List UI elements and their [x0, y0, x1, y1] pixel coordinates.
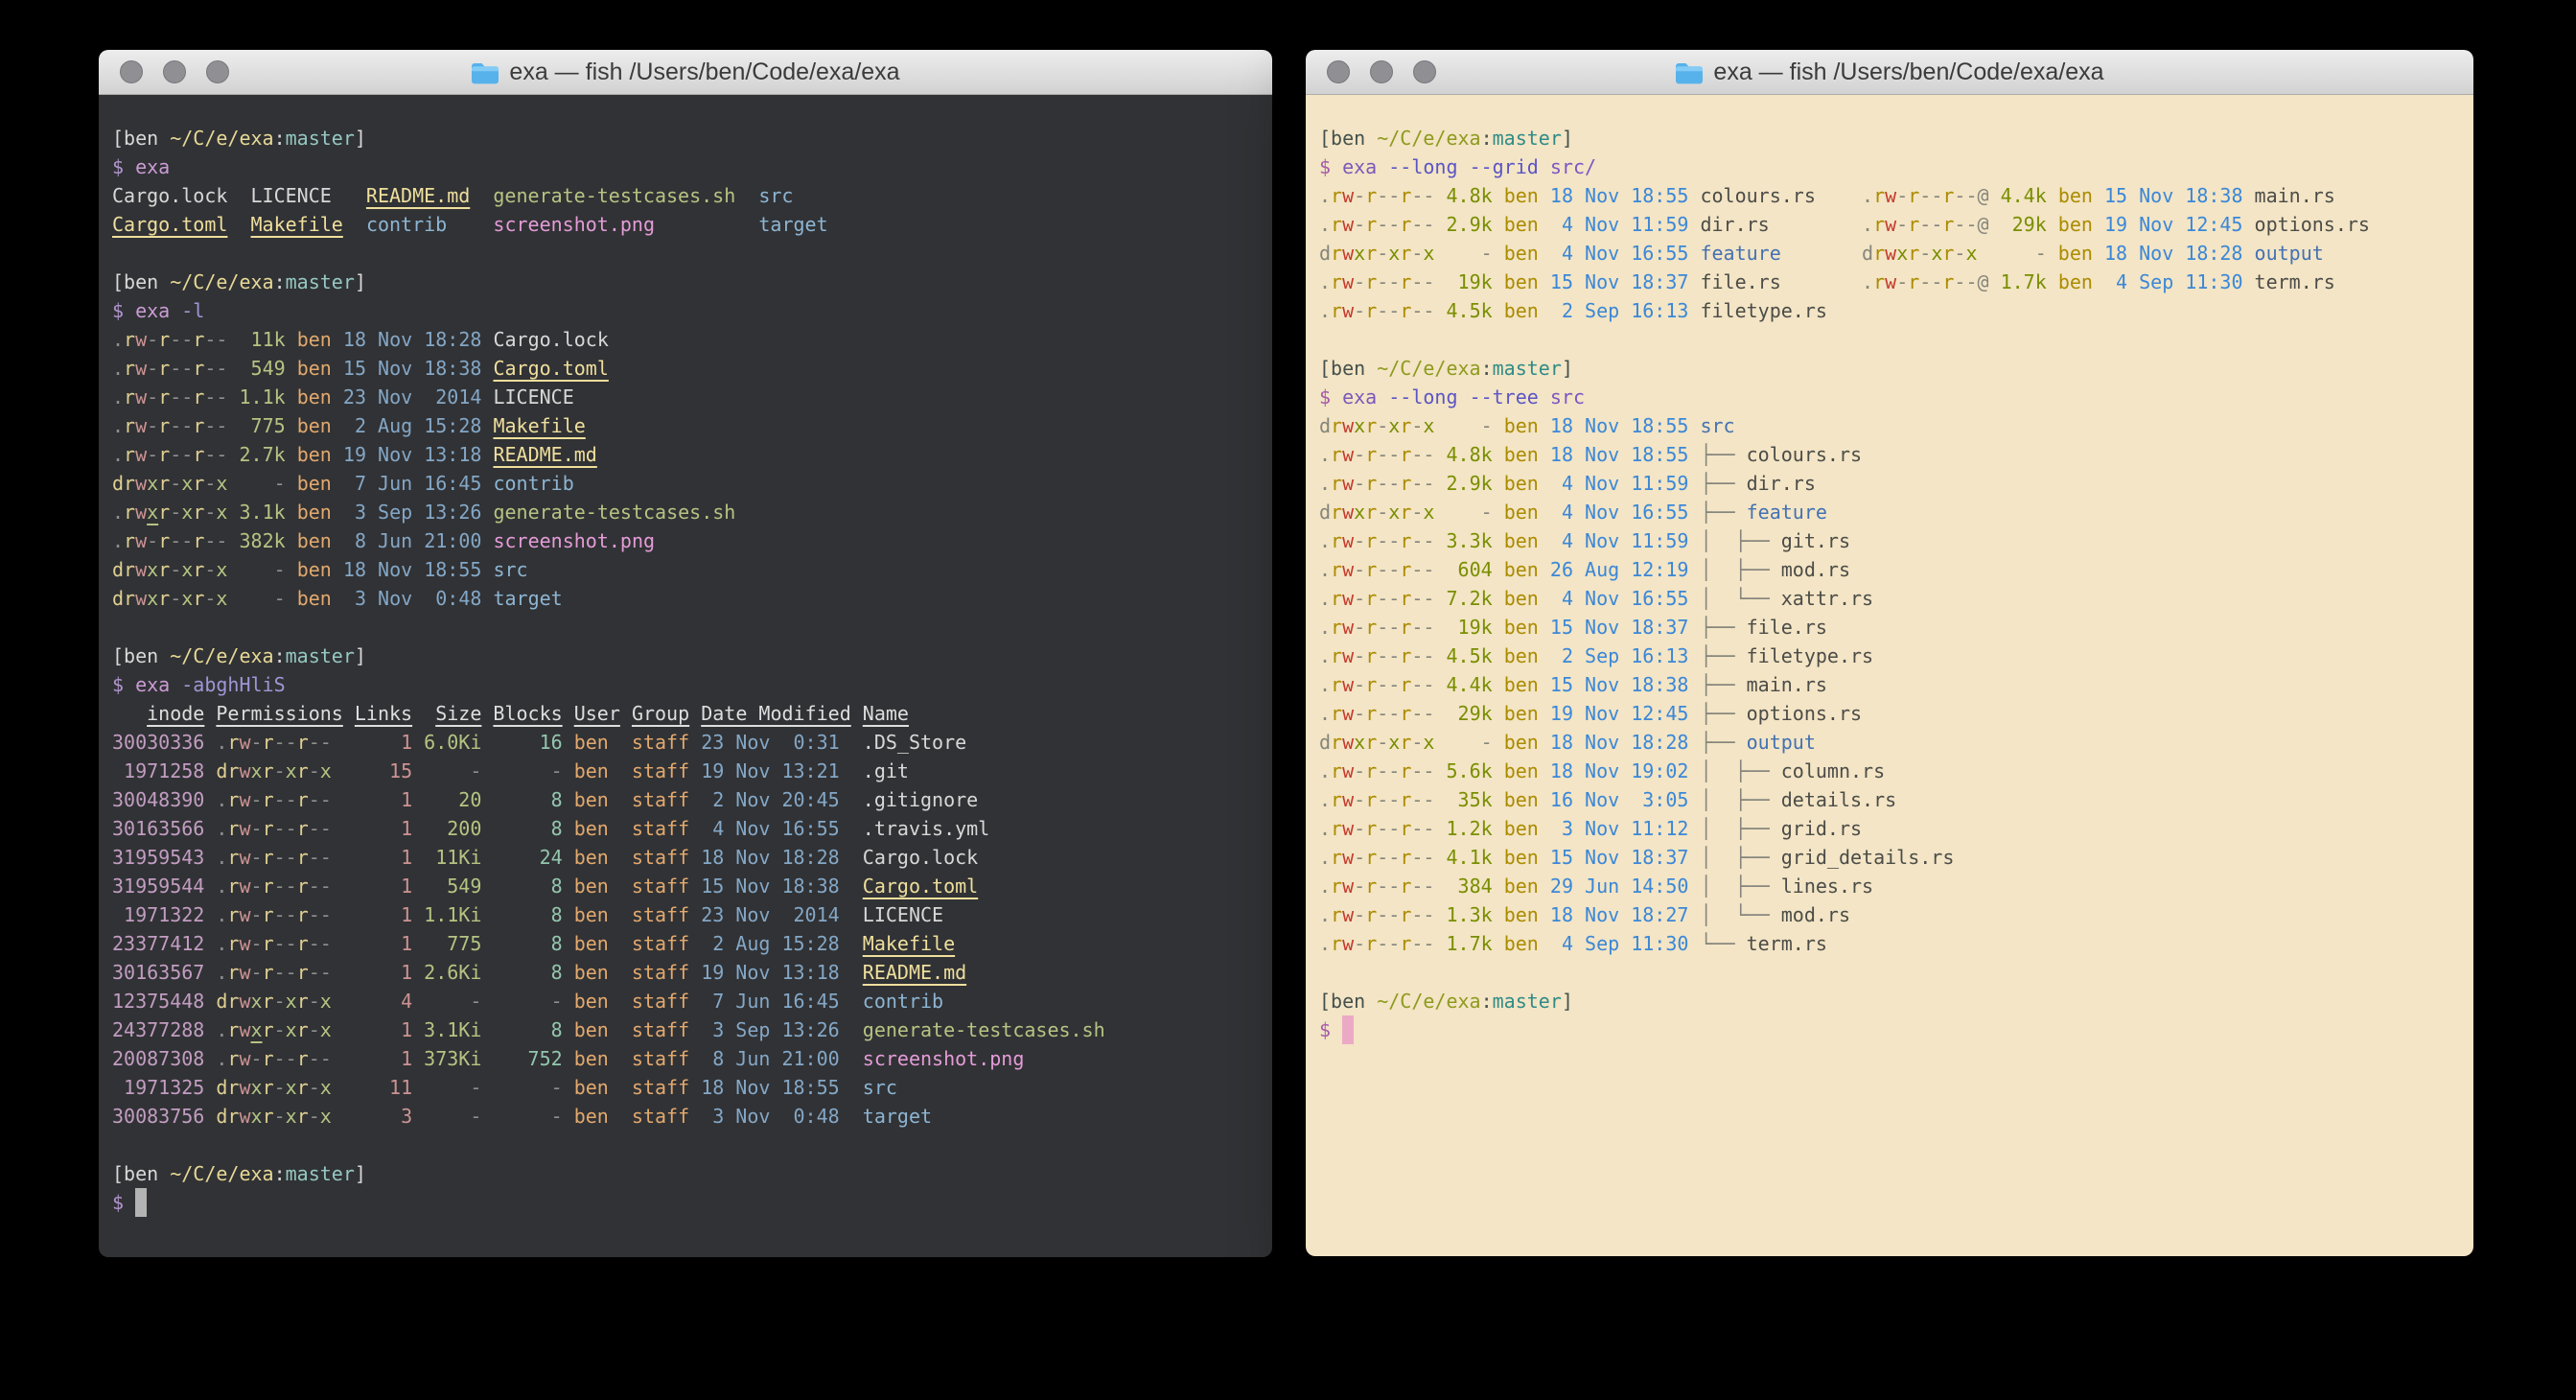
terminal-line: [ben ~/C/e/exa:master]: [1319, 124, 2466, 152]
terminal-line: .rw-r--r-- 382k ben 8 Jun 21:00 screensh…: [112, 526, 1265, 555]
folder-icon: [1675, 60, 1704, 84]
terminal-line: 1971325 drwxr-xr-x 11 - - ben staff 18 N…: [112, 1073, 1265, 1102]
terminal-line: .rw-r--r-- 35k ben 16 Nov 3:05 │ ├── det…: [1319, 785, 2466, 814]
terminal-line: drwxr-xr-x - ben 18 Nov 18:28 ├── output: [1319, 728, 2466, 757]
terminal-window-light: exa — fish /Users/ben/Code/exa/exa [ben …: [1306, 50, 2473, 1256]
terminal-line: Cargo.toml Makefile contrib screenshot.p…: [112, 210, 1265, 239]
terminal-line: .rw-r--r-- 1.3k ben 18 Nov 18:27 │ └── m…: [1319, 900, 2466, 929]
terminal-line: .rwxr-xr-x 3.1k ben 3 Sep 13:26 generate…: [112, 498, 1265, 526]
terminal-line: [ben ~/C/e/exa:master]: [112, 268, 1265, 296]
terminal-line: 23377412 .rw-r--r-- 1 775 8 ben staff 2 …: [112, 929, 1265, 958]
terminal-line: [1319, 325, 2466, 354]
terminal-line: 30048390 .rw-r--r-- 1 20 8 ben staff 2 N…: [112, 785, 1265, 814]
terminal-cursor: [135, 1188, 147, 1217]
window-title: exa — fish /Users/ben/Code/exa/exa: [1713, 58, 2103, 86]
terminal-line: [112, 613, 1265, 642]
terminal-line: inode Permissions Links Size Blocks User…: [112, 699, 1265, 728]
window-title: exa — fish /Users/ben/Code/exa/exa: [509, 58, 899, 86]
terminal-line: .rw-r--r-- 29k ben 19 Nov 12:45 ├── opti…: [1319, 699, 2466, 728]
window-title-area: exa — fish /Users/ben/Code/exa/exa: [1675, 58, 2103, 86]
terminal-line: .rw-r--r-- 1.1k ben 23 Nov 2014 LICENCE: [112, 383, 1265, 411]
terminal-line: .rw-r--r-- 3.3k ben 4 Nov 11:59 │ ├── gi…: [1319, 526, 2466, 555]
zoom-button[interactable]: [206, 60, 229, 83]
minimize-button[interactable]: [1370, 60, 1393, 83]
terminal-line: drwxr-xr-x - ben 18 Nov 18:55 src: [112, 555, 1265, 584]
terminal-line: .rw-r--r-- 384 ben 29 Jun 14:50 │ ├── li…: [1319, 872, 2466, 900]
terminal-line: drwxr-xr-x - ben 3 Nov 0:48 target: [112, 584, 1265, 613]
terminal-line: .rw-r--r-- 7.2k ben 4 Nov 16:55 │ └── xa…: [1319, 584, 2466, 613]
terminal-line: $ exa --long --grid src/: [1319, 152, 2466, 181]
terminal-line: [ben ~/C/e/exa:master]: [112, 124, 1265, 152]
terminal-line: [ben ~/C/e/exa:master]: [112, 642, 1265, 670]
terminal-line: drwxr-xr-x - ben 4 Nov 16:55 ├── feature: [1319, 498, 2466, 526]
terminal-line: .rw-r--r-- 11k ben 18 Nov 18:28 Cargo.lo…: [112, 325, 1265, 354]
titlebar-dark[interactable]: exa — fish /Users/ben/Code/exa/exa: [99, 50, 1272, 95]
traffic-lights: [1327, 50, 1436, 94]
minimize-button[interactable]: [163, 60, 186, 83]
terminal-line: 30030336 .rw-r--r-- 1 6.0Ki 16 ben staff…: [112, 728, 1265, 757]
terminal-line: .rw-r--r-- 604 ben 26 Aug 12:19 │ ├── mo…: [1319, 555, 2466, 584]
terminal-line: .rw-r--r-- 4.5k ben 2 Sep 16:13 filetype…: [1319, 296, 2466, 325]
terminal-line: Cargo.lock LICENCE README.md generate-te…: [112, 181, 1265, 210]
terminal-line: 30163566 .rw-r--r-- 1 200 8 ben staff 4 …: [112, 814, 1265, 843]
terminal-line: .rw-r--r-- 1.2k ben 3 Nov 11:12 │ ├── gr…: [1319, 814, 2466, 843]
terminal-line: $ exa -abghHliS: [112, 670, 1265, 699]
terminal-line: drwxr-xr-x - ben 4 Nov 16:55 feature drw…: [1319, 239, 2466, 268]
terminal-line: [112, 239, 1265, 268]
folder-icon: [471, 60, 499, 84]
terminal-line: $ exa --long --tree src: [1319, 383, 2466, 411]
terminal-line: .rw-r--r-- 4.1k ben 15 Nov 18:37 │ ├── g…: [1319, 843, 2466, 872]
terminal-line: 1971258 drwxr-xr-x 15 - - ben staff 19 N…: [112, 757, 1265, 785]
terminal-line: 20087308 .rw-r--r-- 1 373Ki 752 ben staf…: [112, 1044, 1265, 1073]
terminal-line: [1319, 958, 2466, 987]
terminal-line: .rw-r--r-- 4.8k ben 18 Nov 18:55 ├── col…: [1319, 440, 2466, 469]
terminal-line: .rw-r--r-- 775 ben 2 Aug 15:28 Makefile: [112, 411, 1265, 440]
terminal-line: [ben ~/C/e/exa:master]: [1319, 987, 2466, 1015]
terminal-line: 12375448 drwxr-xr-x 4 - - ben staff 7 Ju…: [112, 987, 1265, 1015]
terminal-line: [112, 1131, 1265, 1159]
terminal-window-dark: exa — fish /Users/ben/Code/exa/exa [ben …: [99, 50, 1272, 1257]
terminal-line: .rw-r--r-- 549 ben 15 Nov 18:38 Cargo.to…: [112, 354, 1265, 383]
terminal-line: $ exa -l: [112, 296, 1265, 325]
terminal-line: 31959544 .rw-r--r-- 1 549 8 ben staff 15…: [112, 872, 1265, 900]
terminal-line: .rw-r--r-- 4.8k ben 18 Nov 18:55 colours…: [1319, 181, 2466, 210]
titlebar-light[interactable]: exa — fish /Users/ben/Code/exa/exa: [1306, 50, 2473, 95]
terminal-line: 31959543 .rw-r--r-- 1 11Ki 24 ben staff …: [112, 843, 1265, 872]
window-title-area: exa — fish /Users/ben/Code/exa/exa: [471, 58, 899, 86]
terminal-line: 30083756 drwxr-xr-x 3 - - ben staff 3 No…: [112, 1102, 1265, 1131]
terminal-line: .rw-r--r-- 2.7k ben 19 Nov 13:18 README.…: [112, 440, 1265, 469]
terminal-line: .rw-r--r-- 4.5k ben 2 Sep 16:13 ├── file…: [1319, 642, 2466, 670]
terminal-line: drwxr-xr-x - ben 18 Nov 18:55 src: [1319, 411, 2466, 440]
terminal-line: .rw-r--r-- 2.9k ben 4 Nov 11:59 ├── dir.…: [1319, 469, 2466, 498]
terminal-line: $: [1319, 1015, 2466, 1044]
terminal-line: .rw-r--r-- 4.4k ben 15 Nov 18:38 ├── mai…: [1319, 670, 2466, 699]
terminal-line: 30163567 .rw-r--r-- 1 2.6Ki 8 ben staff …: [112, 958, 1265, 987]
close-button[interactable]: [1327, 60, 1350, 83]
terminal-line: .rw-r--r-- 2.9k ben 4 Nov 11:59 dir.rs .…: [1319, 210, 2466, 239]
zoom-button[interactable]: [1413, 60, 1436, 83]
traffic-lights: [120, 50, 229, 94]
terminal-line: .rw-r--r-- 19k ben 15 Nov 18:37 ├── file…: [1319, 613, 2466, 642]
terminal-line: .rw-r--r-- 5.6k ben 18 Nov 19:02 │ ├── c…: [1319, 757, 2466, 785]
terminal-line: $: [112, 1188, 1265, 1217]
terminal-line: [ben ~/C/e/exa:master]: [1319, 354, 2466, 383]
terminal-content-light[interactable]: [ben ~/C/e/exa:master]$ exa --long --gri…: [1306, 95, 2473, 1256]
terminal-cursor: [1342, 1015, 1354, 1044]
terminal-line: drwxr-xr-x - ben 7 Jun 16:45 contrib: [112, 469, 1265, 498]
terminal-line: 1971322 .rw-r--r-- 1 1.1Ki 8 ben staff 2…: [112, 900, 1265, 929]
terminal-line: .rw-r--r-- 1.7k ben 4 Sep 11:30 └── term…: [1319, 929, 2466, 958]
terminal-line: $ exa: [112, 152, 1265, 181]
terminal-line: 24377288 .rwxr-xr-x 1 3.1Ki 8 ben staff …: [112, 1015, 1265, 1044]
terminal-line: [ben ~/C/e/exa:master]: [112, 1159, 1265, 1188]
terminal-content-dark[interactable]: [ben ~/C/e/exa:master]$ exaCargo.lock LI…: [99, 95, 1272, 1257]
terminal-line: .rw-r--r-- 19k ben 15 Nov 18:37 file.rs …: [1319, 268, 2466, 296]
close-button[interactable]: [120, 60, 143, 83]
